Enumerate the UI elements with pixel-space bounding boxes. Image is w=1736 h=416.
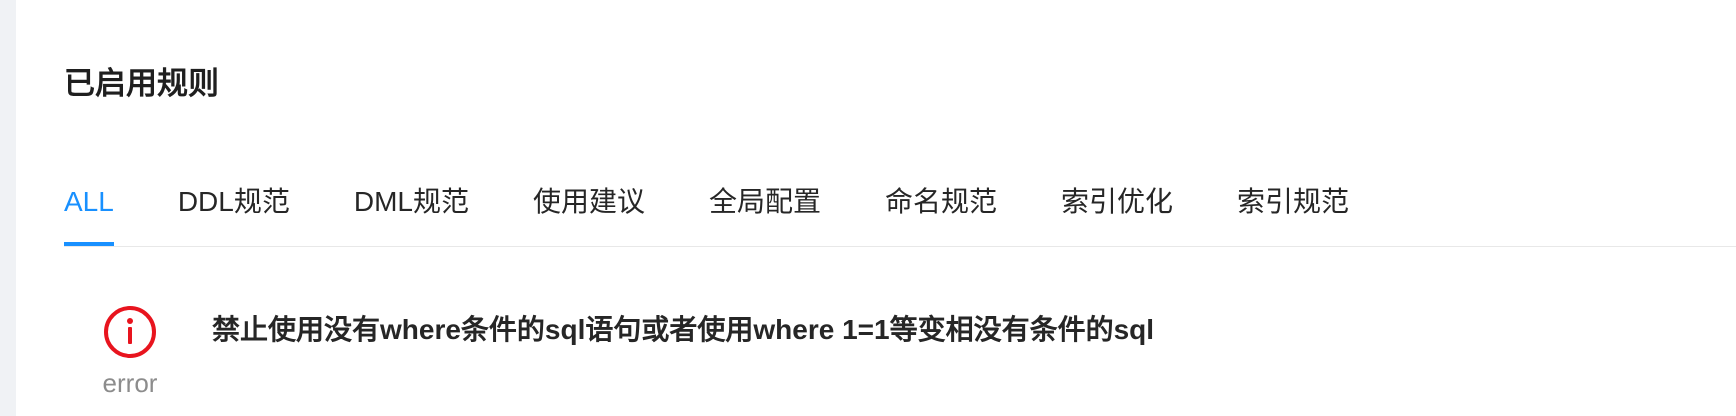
main-content: 已启用规则 ALL DDL规范 DML规范 使用建议 全局配置 命名规范 索引优…: [16, 0, 1736, 416]
tab-ddl[interactable]: DDL规范: [178, 180, 290, 224]
tab-naming[interactable]: 命名规范: [885, 180, 997, 224]
sidebar-edge: [0, 0, 16, 416]
page-title: 已启用规则: [64, 66, 219, 101]
tab-all[interactable]: ALL: [64, 180, 114, 246]
tab-usage-suggestion[interactable]: 使用建议: [533, 180, 645, 224]
tab-index-standard[interactable]: 索引规范: [1237, 180, 1349, 224]
rule-list-item: error 禁止使用没有where条件的sql语句或者使用where 1=1等变…: [64, 296, 1736, 416]
error-circle-icon: [104, 306, 156, 358]
rule-type-tabs: ALL DDL规范 DML规范 使用建议 全局配置 命名规范 索引优化 索引规范: [64, 180, 1413, 248]
tabs-divider: [64, 246, 1736, 247]
rule-level: error: [64, 304, 196, 400]
rule-level-label: error: [102, 368, 158, 398]
rule-description: 禁止使用没有where条件的sql语句或者使用where 1=1等变相没有条件的…: [212, 314, 1155, 345]
tab-global-config[interactable]: 全局配置: [709, 180, 821, 224]
tab-dml[interactable]: DML规范: [354, 180, 469, 224]
tab-index-optimization[interactable]: 索引优化: [1061, 180, 1173, 224]
